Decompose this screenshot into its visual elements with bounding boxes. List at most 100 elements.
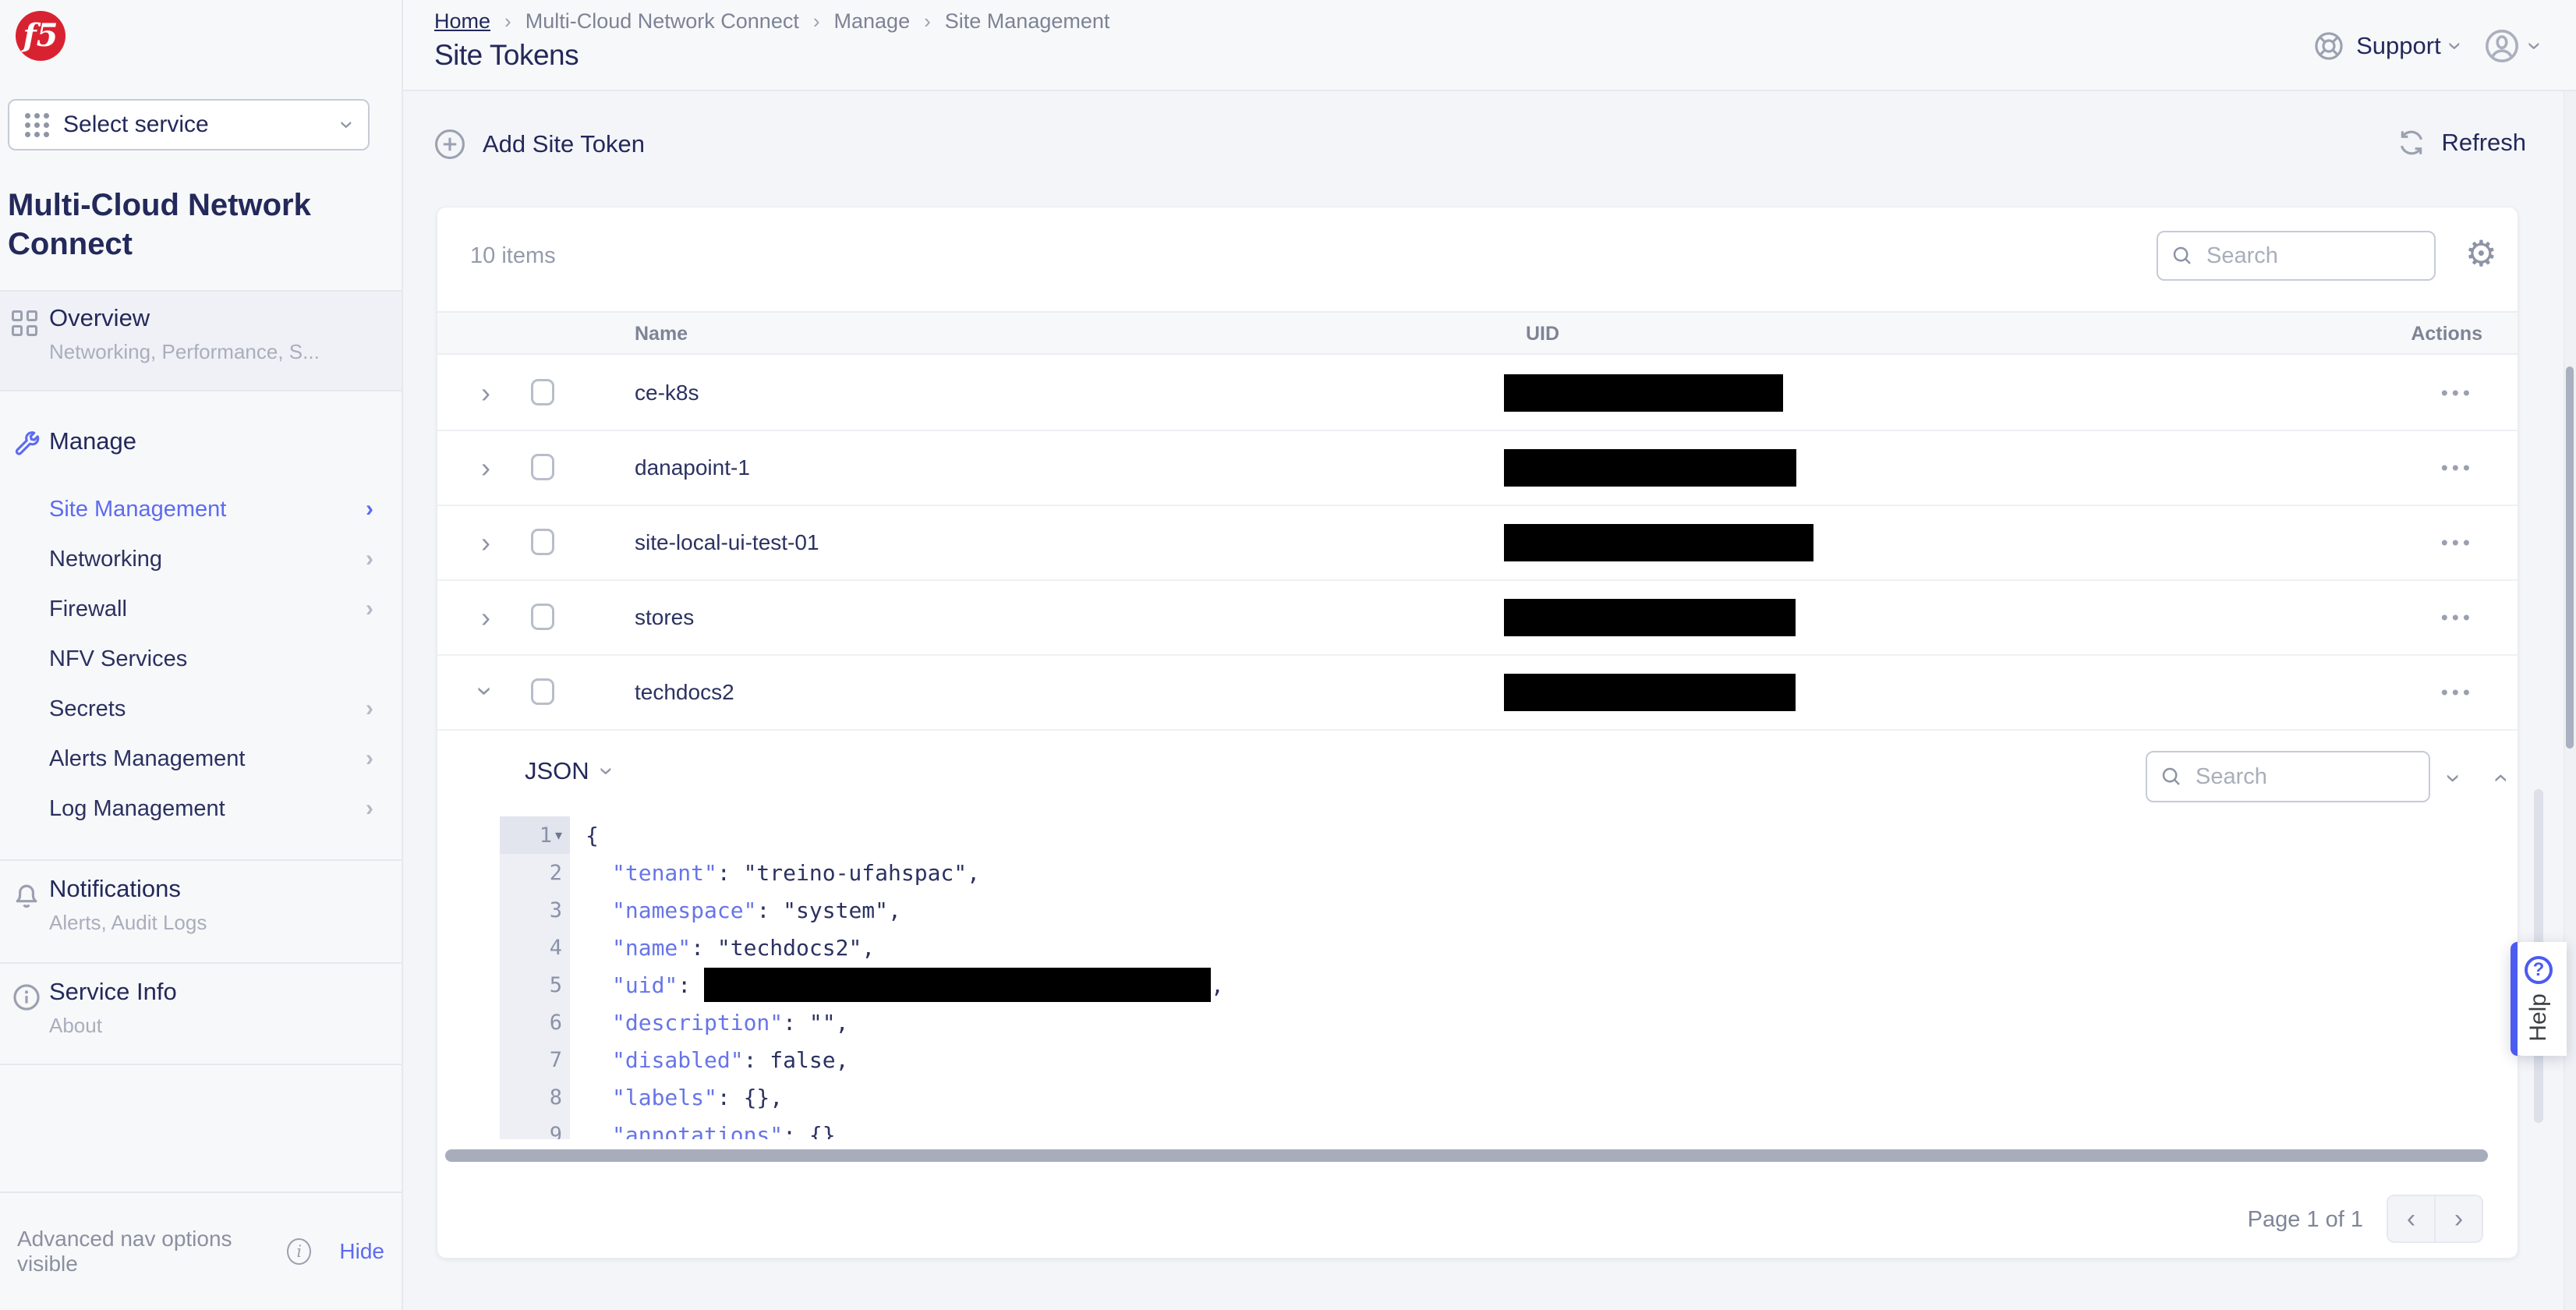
account-menu[interactable]: › (2483, 27, 2540, 65)
line-number-gutter[interactable]: 7 (500, 1041, 570, 1078)
row-actions-menu-button[interactable]: ••• (2441, 381, 2474, 405)
chevron-right-icon: › (366, 546, 373, 572)
row-actions-menu-button[interactable]: ••• (2441, 606, 2474, 630)
line-number-gutter[interactable]: 4 (500, 929, 570, 966)
row-expander-chevron-icon[interactable]: › (481, 454, 490, 482)
hide-nav-link[interactable]: Hide (339, 1239, 384, 1264)
sidebar-item-service-info[interactable]: Service Info About (0, 962, 402, 1065)
advanced-nav-label: Advanced nav options visible (17, 1227, 274, 1276)
line-number-gutter[interactable]: 5 (500, 966, 570, 1004)
gear-icon[interactable]: ⚙ (2465, 235, 2497, 271)
table-row[interactable]: › danapoint-1 ••• (437, 431, 2518, 506)
sidebar-subitem-secrets[interactable]: Secrets › (0, 684, 402, 734)
row-uid-redacted (1504, 374, 1783, 412)
avatar-icon (2483, 27, 2521, 65)
row-expander-chevron-icon[interactable]: › (472, 686, 500, 696)
support-menu[interactable]: Support › (2312, 30, 2460, 62)
sidebar-subitem-label: Alerts Management (49, 746, 245, 772)
select-service-dropdown[interactable]: Select service › (8, 99, 370, 150)
sidebar-subitem-label: Log Management (49, 796, 225, 822)
sidebar-subitem-site-management[interactable]: Site Management › (0, 484, 402, 534)
main-area: Home›Multi-Cloud Network Connect›Manage›… (403, 0, 2576, 1310)
table-row[interactable]: › ce-k8s ••• (437, 356, 2518, 431)
chevron-right-icon: › (366, 696, 373, 722)
find-prev-chevron-icon[interactable]: › (2486, 774, 2512, 782)
line-number-gutter[interactable]: 8 (500, 1078, 570, 1116)
row-checkbox[interactable] (531, 529, 554, 555)
json-search-input[interactable] (2194, 763, 2416, 791)
json-code-line: 5 "uid": , (500, 966, 2486, 1004)
table-row[interactable]: › techdocs2 ••• (437, 656, 2518, 731)
json-code-line: 9 "annotations": {} (500, 1116, 2486, 1139)
line-number: 7 (550, 1048, 562, 1072)
row-expander-chevron-icon[interactable]: › (481, 529, 490, 557)
page-scrollbar-thumb[interactable] (2566, 366, 2574, 749)
json-code-viewer[interactable]: 1▾ { 2 "tenant": "treino-ufahspac", 3 "n… (500, 816, 2486, 1139)
sidebar-item-notifications[interactable]: Notifications Alerts, Audit Logs (0, 859, 402, 962)
sidebar-item-manage[interactable]: Manage (0, 420, 402, 468)
bell-icon (12, 880, 41, 909)
table-search (2157, 231, 2436, 281)
sidebar-subitem-nfv-services[interactable]: NFV Services › (0, 634, 402, 684)
sidebar-subitem-label: Networking (49, 547, 162, 572)
sidebar-subitem-label: NFV Services (49, 646, 187, 672)
prev-page-button[interactable]: ‹ (2388, 1196, 2434, 1241)
row-checkbox[interactable] (531, 678, 554, 705)
sidebar-subitem-networking[interactable]: Networking › (0, 534, 402, 584)
code-text: "description": "", (570, 1004, 848, 1041)
line-number: 3 (550, 898, 562, 922)
row-expander-chevron-icon[interactable]: › (481, 379, 490, 407)
line-number-gutter[interactable]: 1▾ (500, 816, 570, 854)
column-header-name[interactable]: Name (635, 323, 688, 345)
app-root: f5 Select service › Multi-Cloud Network … (0, 0, 2576, 1310)
next-page-button[interactable]: › (2434, 1196, 2482, 1241)
json-code-line: 8 "labels": {}, (500, 1078, 2486, 1116)
info-icon (12, 982, 41, 1012)
column-header-uid[interactable]: UID (1526, 323, 1559, 345)
plus-circle-icon (433, 127, 467, 161)
row-checkbox[interactable] (531, 454, 554, 480)
sidebar-subitem-log-management[interactable]: Log Management › (0, 784, 402, 834)
row-actions-menu-button[interactable]: ••• (2441, 531, 2474, 555)
line-number-gutter[interactable]: 9 (500, 1116, 570, 1139)
code-text: "labels": {}, (570, 1078, 783, 1116)
table-row[interactable]: › site-local-ui-test-01 ••• (437, 506, 2518, 581)
row-uid-redacted (1504, 449, 1796, 487)
table-row[interactable]: › stores ••• (437, 581, 2518, 656)
row-actions-menu-button[interactable]: ••• (2441, 681, 2474, 705)
sidebar-item-overview[interactable]: Overview Networking, Performance, S... (0, 290, 402, 391)
line-number-gutter[interactable]: 2 (500, 854, 570, 891)
sidebar-footer: Advanced nav options visible i Hide (0, 1191, 402, 1310)
help-tab[interactable]: ? Help (2511, 942, 2567, 1056)
refresh-label: Refresh (2441, 129, 2526, 157)
row-expander-chevron-icon[interactable]: › (481, 604, 490, 632)
sidebar-subitem-firewall[interactable]: Firewall › (0, 584, 402, 634)
json-code-line: 7 "disabled": false, (500, 1041, 2486, 1078)
add-site-token-button[interactable]: Add Site Token (433, 127, 645, 161)
json-code-line: 1▾ { (500, 816, 2486, 854)
chevron-right-icon: › (366, 745, 373, 772)
page-title: Site Tokens (434, 39, 579, 72)
line-number-gutter[interactable]: 6 (500, 1004, 570, 1041)
line-number: 1 (540, 823, 552, 848)
info-icon[interactable]: i (287, 1238, 311, 1265)
line-number: 8 (550, 1085, 562, 1110)
help-question-icon: ? (2525, 956, 2553, 984)
line-number-gutter[interactable]: 3 (500, 891, 570, 929)
row-actions-menu-button[interactable]: ••• (2441, 456, 2474, 480)
row-uid-redacted (1504, 524, 1813, 561)
breadcrumb-home-link[interactable]: Home (434, 9, 490, 34)
fold-marker-icon[interactable]: ▾ (555, 827, 562, 844)
service-info-label: Service Info (49, 978, 177, 1006)
horizontal-scrollbar[interactable] (445, 1149, 2488, 1162)
row-checkbox[interactable] (531, 379, 554, 405)
search-input[interactable] (2205, 243, 2422, 270)
format-dropdown[interactable]: JSON › (525, 757, 611, 785)
row-checkbox[interactable] (531, 604, 554, 630)
code-text: "annotations": {} (570, 1116, 836, 1139)
f5-logo[interactable]: f5 (16, 11, 65, 61)
json-search (2146, 751, 2430, 802)
sidebar-subitem-alerts-management[interactable]: Alerts Management › (0, 734, 402, 784)
find-next-chevron-icon[interactable]: › (2440, 774, 2467, 782)
refresh-button[interactable]: Refresh (2396, 127, 2526, 158)
